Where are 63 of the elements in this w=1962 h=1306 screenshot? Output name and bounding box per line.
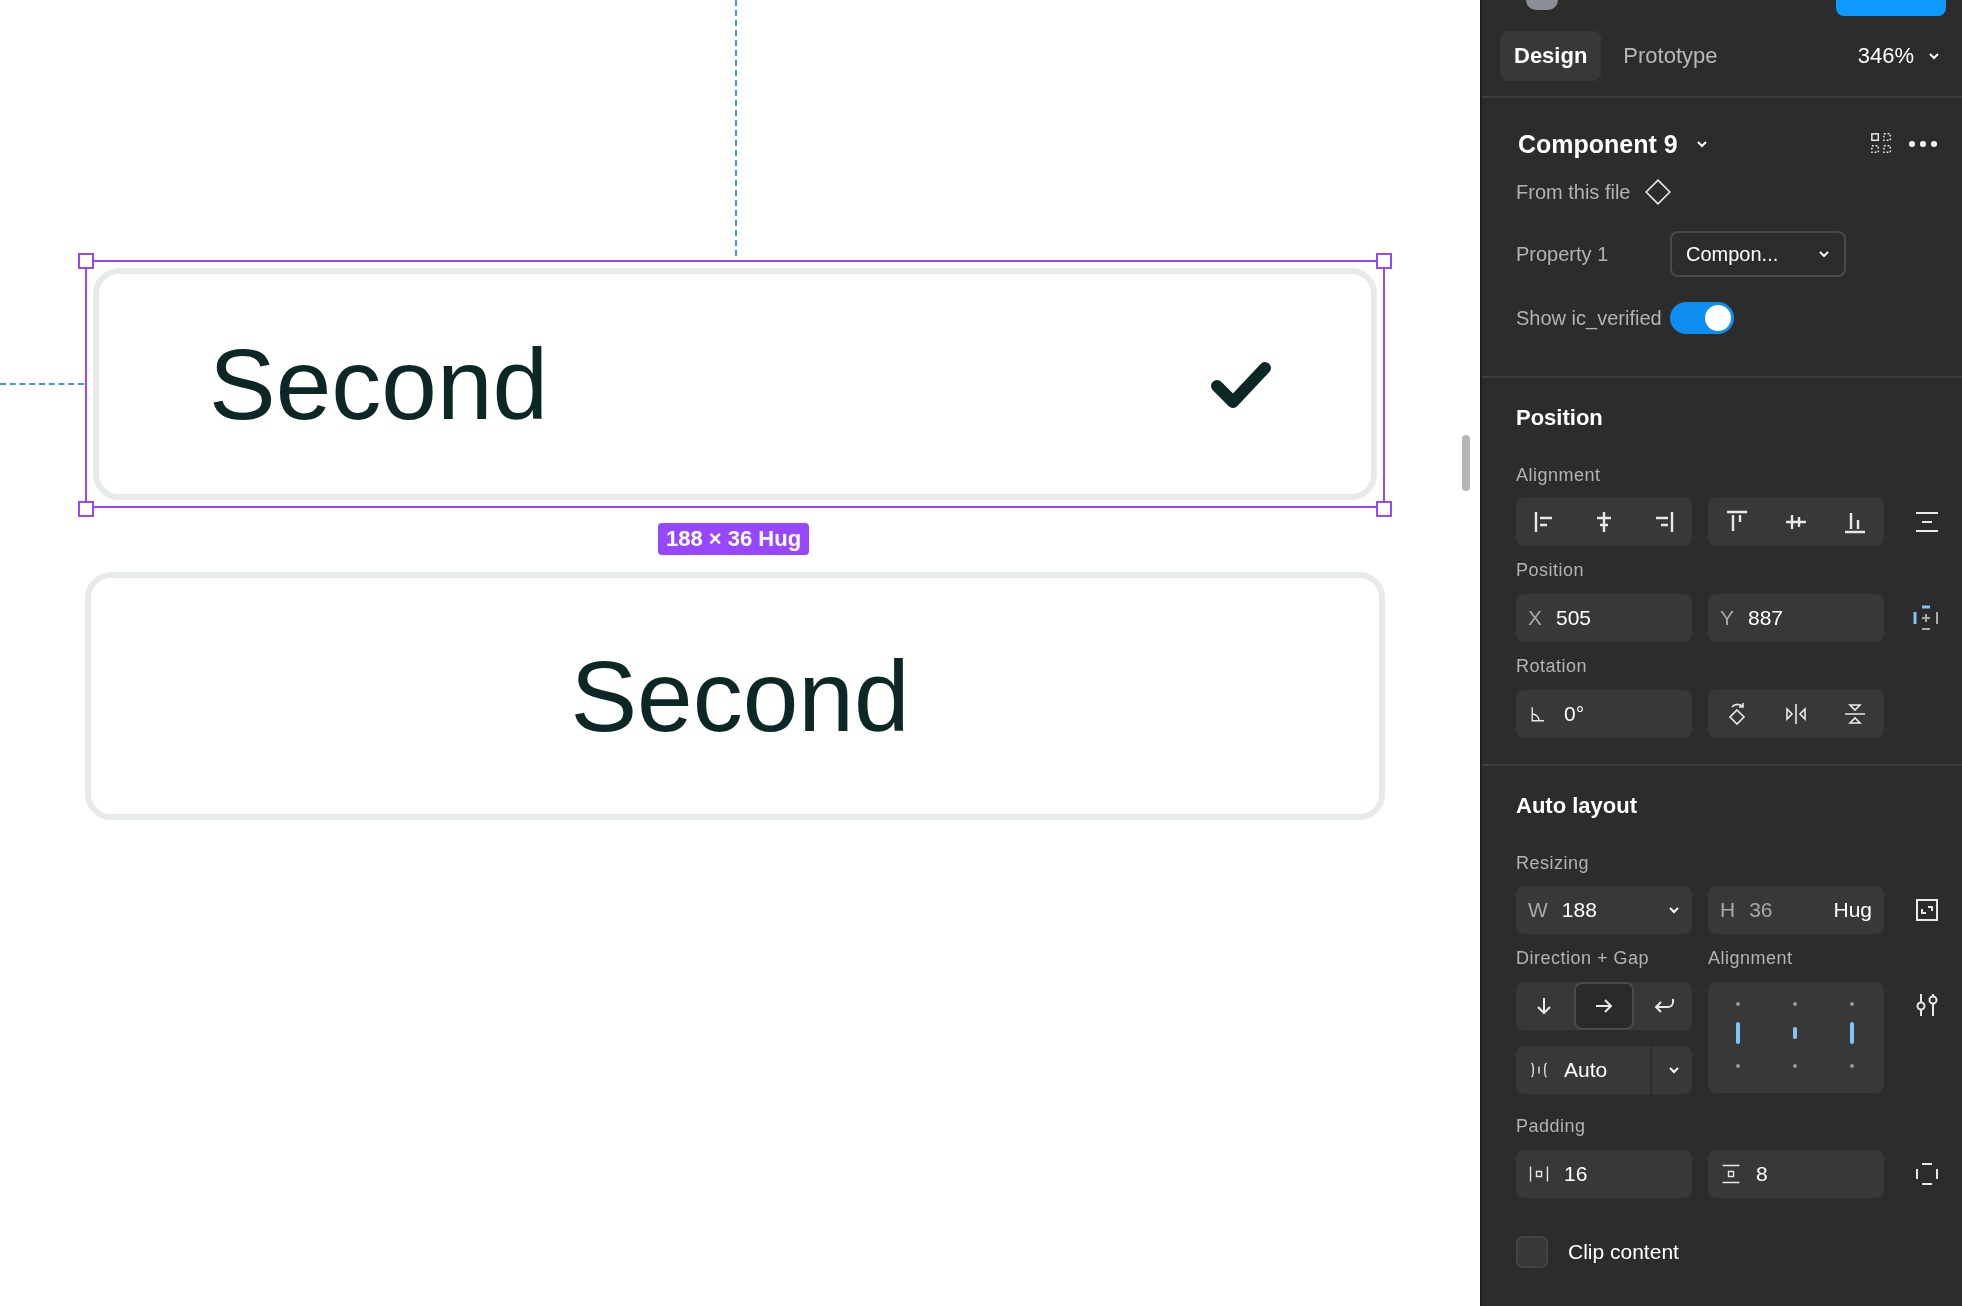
flip-horizontal-icon [1783,701,1809,727]
field-label: Position [1516,558,1586,582]
card-label: Second [570,638,910,754]
padding-icon [1914,1161,1940,1187]
panel-tab[interactable]: Design [1500,31,1602,81]
property-label: Property 1 [1516,242,1610,266]
panel-tab[interactable]: Prototype [1609,31,1732,81]
chevron-down-icon [1668,906,1680,914]
y-field[interactable]: Y 887 [1708,594,1884,642]
chevron-down-icon [1928,52,1940,60]
size-label: 188 × 36 Hug [658,523,810,555]
height-field[interactable]: H 36 Hug [1708,886,1884,934]
gap-field[interactable]: Auto [1516,1046,1692,1094]
sliders-icon [1914,992,1940,1018]
constraints-icon [1912,604,1940,632]
individual-padding-button[interactable] [1914,1161,1940,1187]
checkbox-label: Clip content [1568,1240,1679,1264]
more-button[interactable] [1908,140,1938,148]
selection-frame[interactable]: Second [85,260,1385,508]
resize-handle[interactable] [1376,253,1392,269]
card-label: Second [209,326,549,442]
resize-handle[interactable] [78,501,94,517]
property-label: Show ic_verified [1516,306,1663,330]
chevron-down-icon [1695,140,1708,148]
horizontal-padding-field[interactable]: 16 [1516,1150,1692,1198]
distribute-icon [1914,509,1940,535]
x-field[interactable]: X 505 [1516,594,1692,642]
component-source: From this file [1516,180,1631,204]
horizontal-padding-icon [1528,1163,1550,1185]
grid-icon [1870,132,1894,156]
field-label: Alignment [1516,463,1602,487]
instance-button[interactable] [1870,132,1894,156]
constraints-button[interactable] [1912,604,1940,632]
chevron-down-icon [1818,250,1830,258]
chevron-down-icon [1668,1066,1680,1074]
layout-settings-button[interactable] [1914,992,1940,1018]
field-label: Alignment [1708,946,1793,970]
scrollbar[interactable] [1462,435,1470,491]
distribute-button[interactable] [1914,509,1940,535]
field-label: Rotation [1516,654,1589,678]
rotation-field[interactable]: 0° [1516,690,1692,738]
resize-handle[interactable] [78,253,94,269]
field-label: Direction + Gap [1516,946,1651,970]
width-field[interactable]: W 188 [1516,886,1692,934]
direction-button[interactable] [1574,982,1634,1030]
diamond-icon [1644,178,1673,206]
resize-icon [1914,897,1940,923]
vertical-padding-icon [1720,1163,1742,1185]
clip-content-checkbox[interactable] [1516,1236,1548,1268]
section-title: Position [1516,404,1604,432]
resize-handle[interactable] [1376,501,1392,517]
field-label: Resizing [1516,851,1591,875]
avatar[interactable] [1526,0,1558,10]
section-title: Auto layout [1516,792,1638,820]
field-label: Padding [1516,1114,1587,1138]
component-name-dropdown[interactable]: Component 9 [1516,129,1708,159]
zoom-dropdown[interactable]: 346% [1851,42,1946,70]
more-icon [1908,140,1938,148]
card-frame[interactable]: Second [85,572,1385,820]
property-toggle[interactable] [1670,302,1734,334]
property-select[interactable]: Compon... [1670,231,1846,277]
vertical-padding-field[interactable]: 8 [1708,1150,1884,1198]
resize-button[interactable] [1914,897,1940,923]
